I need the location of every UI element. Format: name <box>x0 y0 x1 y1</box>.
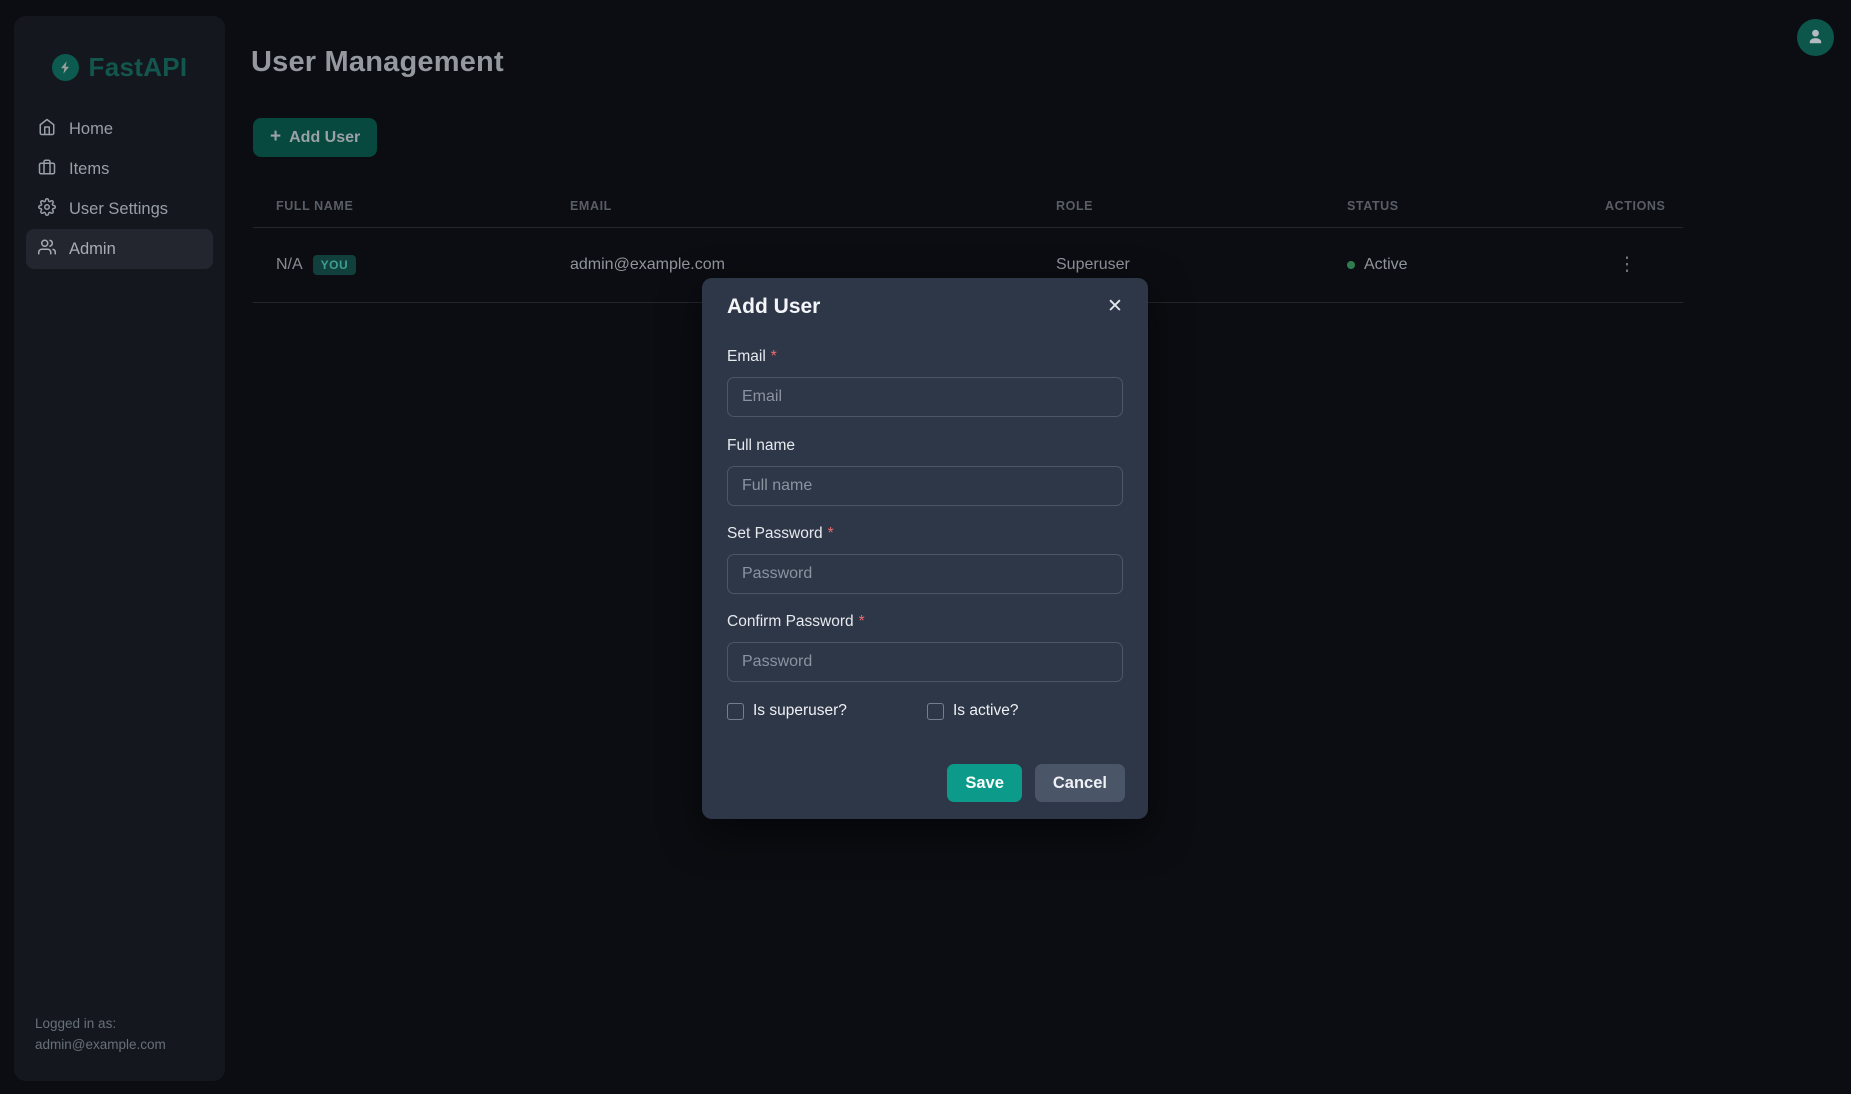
column-header-email: EMAIL <box>570 199 612 213</box>
is-active-label: Is active? <box>953 702 1018 720</box>
full-name-label: Full name <box>727 437 1123 456</box>
confirm-password-field-group: Confirm Password* <box>727 613 1123 682</box>
row-actions-kebab-icon[interactable]: ⋮ <box>1614 256 1640 275</box>
is-superuser-group: Is superuser? <box>727 702 847 720</box>
home-icon <box>38 118 56 141</box>
logged-in-email: admin@example.com <box>35 1034 166 1055</box>
sidebar: FastAPI Home Items User Settings <box>14 16 225 1081</box>
column-header-full-name: FULL NAME <box>276 199 353 213</box>
sidebar-item-home[interactable]: Home <box>26 109 213 149</box>
sidebar-item-user-settings[interactable]: User Settings <box>26 189 213 229</box>
close-icon[interactable]: ✕ <box>1100 291 1130 321</box>
plus-icon: + <box>270 126 281 148</box>
full-name-value: N/A <box>276 256 303 274</box>
add-user-button-label: Add User <box>289 129 360 147</box>
is-superuser-label: Is superuser? <box>753 702 847 720</box>
table-header-row: FULL NAME EMAIL ROLE STATUS ACTIONS <box>253 190 1683 228</box>
email-label: Email* <box>727 348 1123 367</box>
sidebar-item-label: Items <box>69 160 109 179</box>
sidebar-item-items[interactable]: Items <box>26 149 213 189</box>
required-asterisk: * <box>828 525 834 542</box>
checkbox-row: Is superuser? Is active? <box>727 702 1123 720</box>
email-field[interactable] <box>727 377 1123 417</box>
is-superuser-checkbox[interactable] <box>727 703 744 720</box>
brand-logo: FastAPI <box>14 52 225 83</box>
modal-title: Add User <box>727 295 820 319</box>
email-field-group: Email* <box>727 348 1123 417</box>
cell-status: Active <box>1347 256 1408 274</box>
cell-email: admin@example.com <box>570 256 725 274</box>
user-avatar-icon <box>1806 27 1825 49</box>
brand-name: FastAPI <box>89 52 188 83</box>
cell-full-name: N/A YOU <box>276 255 356 275</box>
required-asterisk: * <box>771 348 777 365</box>
is-active-checkbox[interactable] <box>927 703 944 720</box>
user-menu-button[interactable] <box>1797 19 1834 56</box>
confirm-password-label: Confirm Password* <box>727 613 1123 632</box>
sidebar-item-label: User Settings <box>69 200 168 219</box>
required-asterisk: * <box>859 613 865 630</box>
save-button[interactable]: Save <box>947 764 1022 802</box>
users-icon <box>38 238 56 261</box>
you-badge: YOU <box>313 255 357 275</box>
sidebar-nav: Home Items User Settings Admin <box>26 109 213 269</box>
gear-icon <box>38 198 56 221</box>
sidebar-item-label: Admin <box>69 240 116 259</box>
logged-in-info: Logged in as: admin@example.com <box>35 1013 166 1055</box>
sidebar-item-label: Home <box>69 120 113 139</box>
confirm-password-field[interactable] <box>727 642 1123 682</box>
cancel-button[interactable]: Cancel <box>1035 764 1125 802</box>
set-password-label: Set Password* <box>727 525 1123 544</box>
set-password-field[interactable] <box>727 554 1123 594</box>
status-label: Active <box>1364 256 1408 274</box>
add-user-button[interactable]: + Add User <box>253 118 377 157</box>
full-name-field-group: Full name <box>727 437 1123 506</box>
full-name-field[interactable] <box>727 466 1123 506</box>
column-header-status: STATUS <box>1347 199 1399 213</box>
briefcase-icon <box>38 158 56 181</box>
modal-footer: Save Cancel <box>947 764 1125 802</box>
column-header-role: ROLE <box>1056 199 1093 213</box>
set-password-field-group: Set Password* <box>727 525 1123 594</box>
add-user-modal: Add User ✕ Email* Full name Set Password… <box>702 278 1148 819</box>
is-active-group: Is active? <box>927 702 1018 720</box>
page-title: User Management <box>251 46 504 79</box>
sidebar-item-admin[interactable]: Admin <box>26 229 213 269</box>
column-header-actions: ACTIONS <box>1605 199 1665 213</box>
logged-in-label: Logged in as: <box>35 1013 166 1034</box>
status-dot-icon <box>1347 261 1355 269</box>
cell-role: Superuser <box>1056 256 1130 274</box>
fastapi-bolt-icon <box>52 54 79 81</box>
